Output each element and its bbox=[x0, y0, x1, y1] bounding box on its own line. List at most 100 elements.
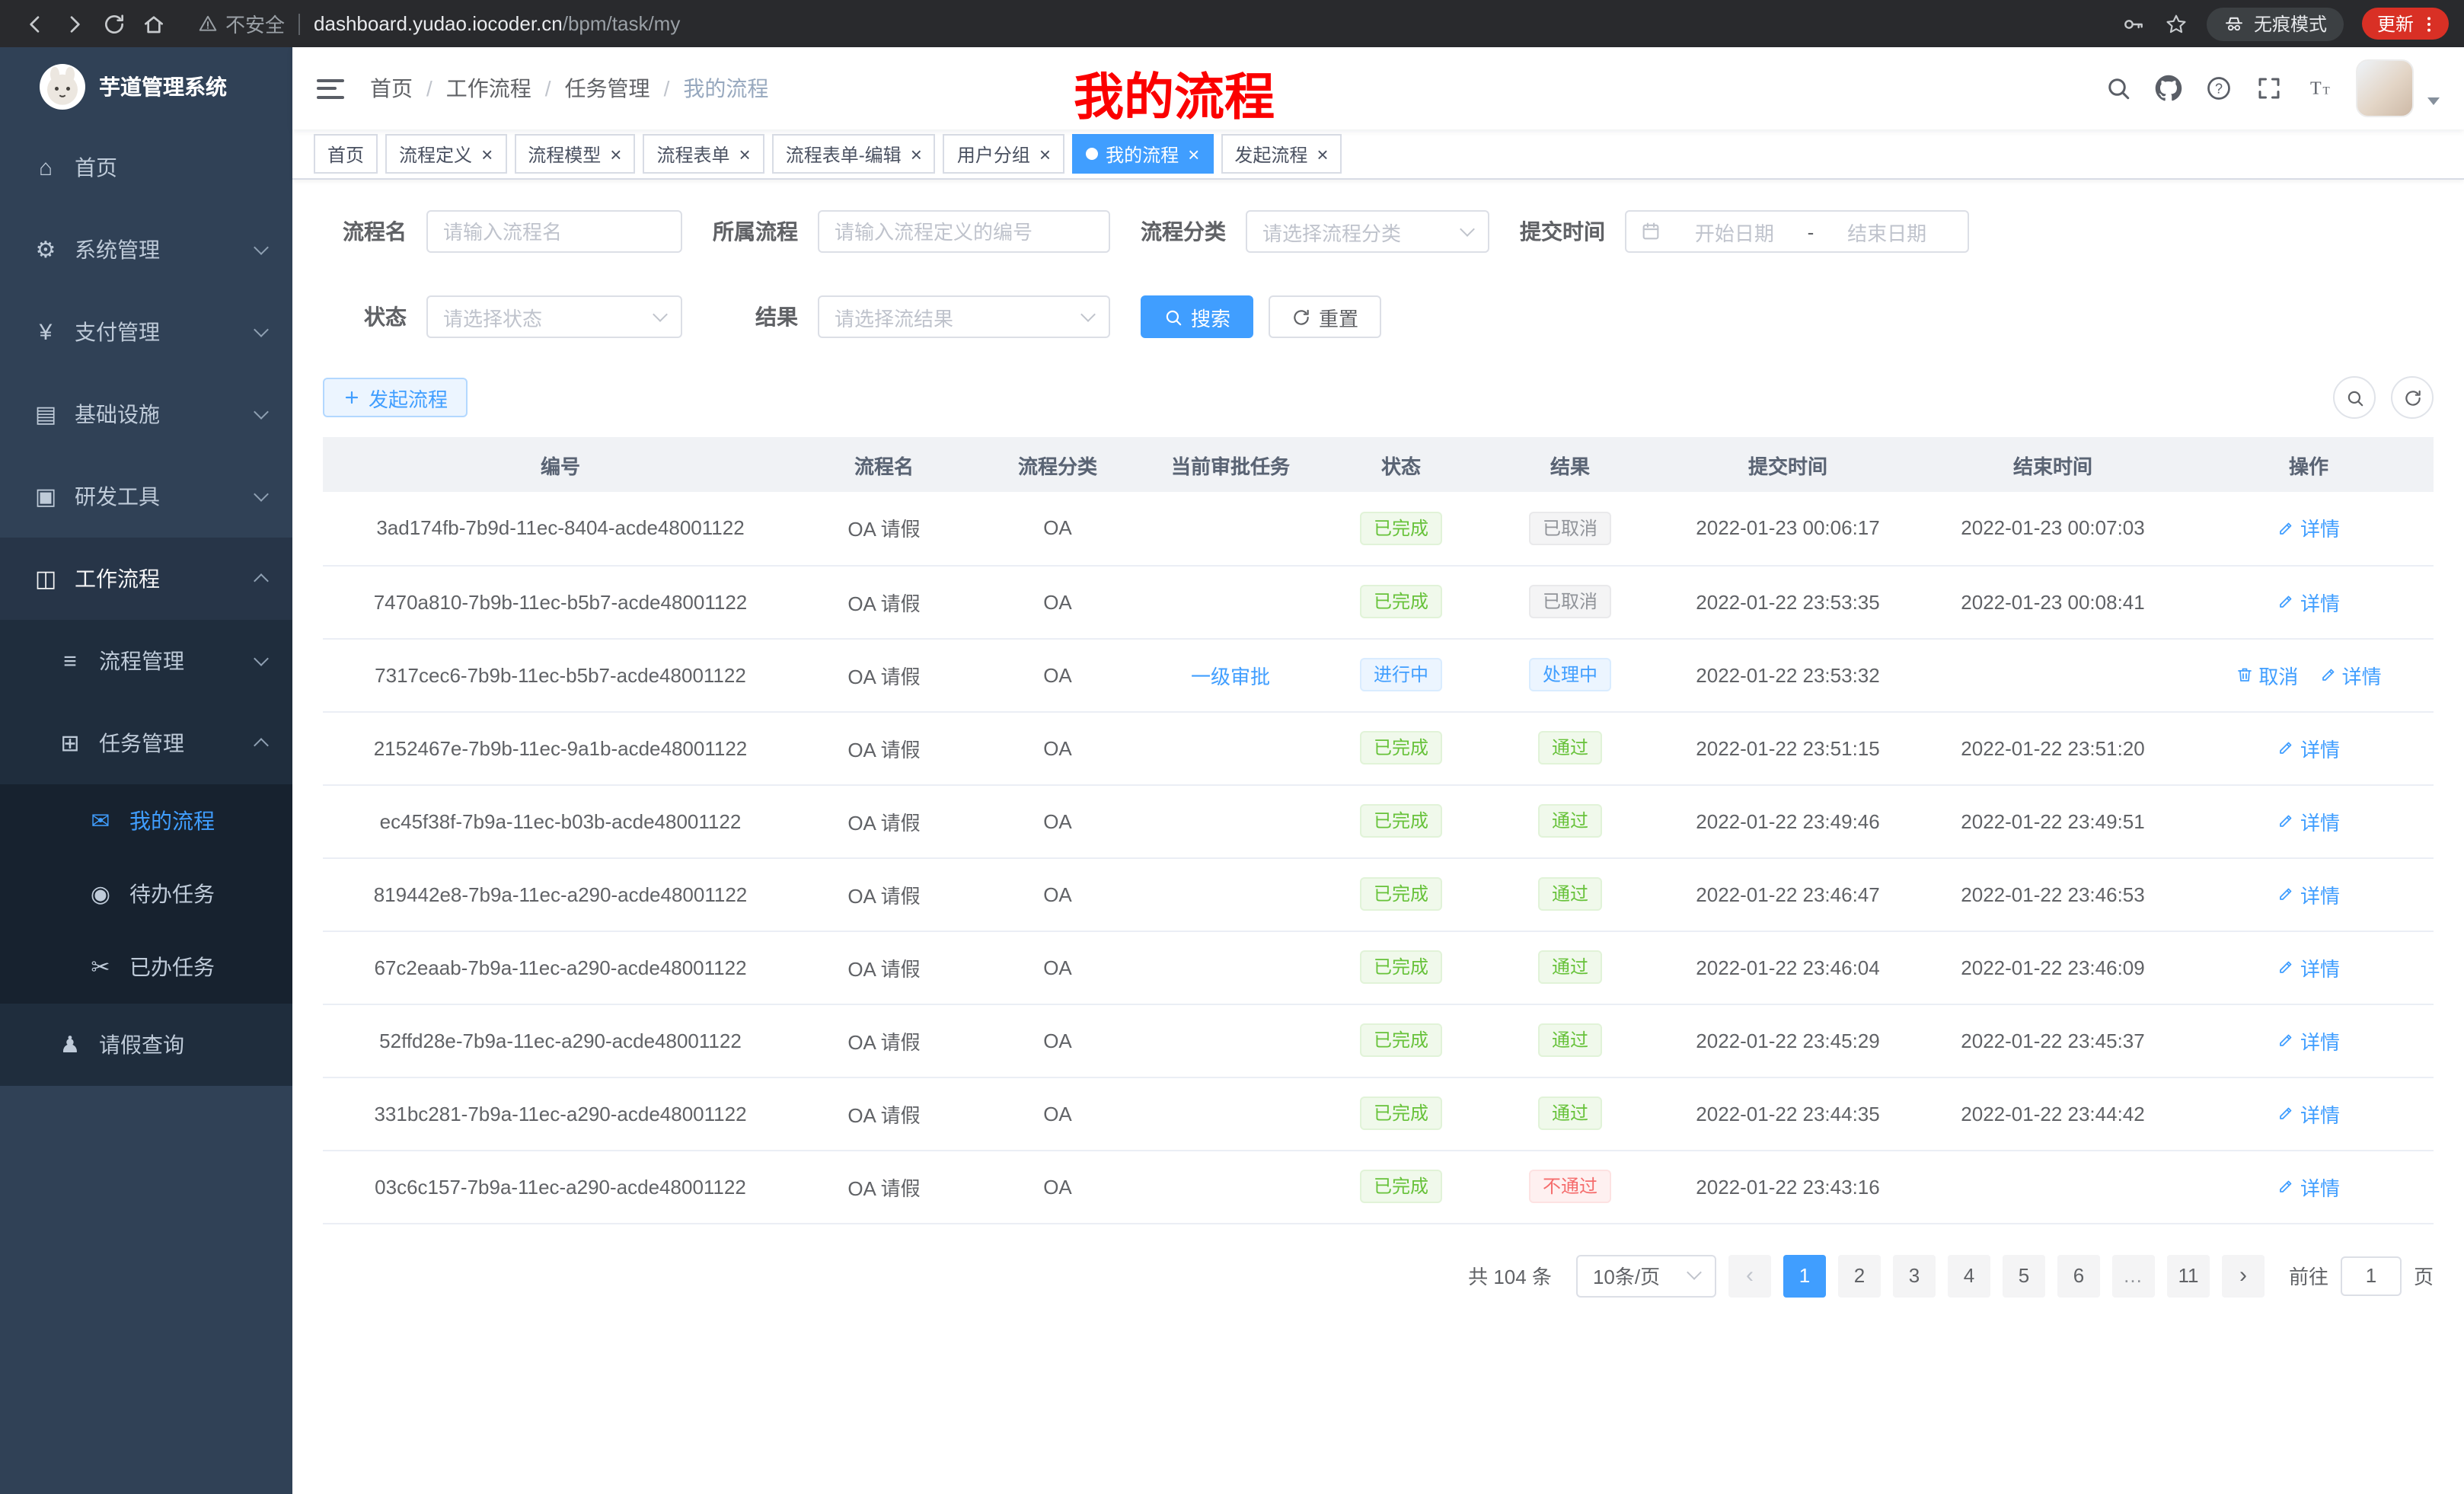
tab-close-icon[interactable]: × bbox=[1039, 144, 1051, 164]
cell-process-name: OA 请假 bbox=[798, 565, 970, 638]
parent-process-input[interactable] bbox=[818, 210, 1110, 253]
cell-status: 已完成 bbox=[1316, 565, 1486, 638]
help-icon[interactable] bbox=[2205, 75, 2233, 102]
sidebar-menu-item[interactable]: ⊞ 任务管理 bbox=[0, 702, 292, 784]
cell-actions: 取消 详情 bbox=[2184, 638, 2434, 711]
edit-icon bbox=[2277, 812, 2296, 830]
tab[interactable]: 用户分组 × bbox=[943, 134, 1064, 174]
font-size-icon[interactable] bbox=[2306, 75, 2333, 102]
star-icon[interactable] bbox=[2164, 11, 2188, 36]
avatar[interactable] bbox=[2356, 59, 2414, 117]
tab-close-icon[interactable]: × bbox=[481, 144, 493, 164]
key-icon[interactable] bbox=[2121, 11, 2146, 36]
detail-link[interactable]: 详情 bbox=[2277, 514, 2340, 543]
fullscreen-icon[interactable] bbox=[2255, 75, 2283, 102]
address-bar[interactable]: 不安全 dashboard.yudao.iocoder.cn/bpm/task/… bbox=[198, 9, 680, 38]
tab[interactable]: 流程模型 × bbox=[514, 134, 635, 174]
github-icon[interactable] bbox=[2155, 75, 2182, 102]
task-link[interactable]: 一级审批 bbox=[1191, 660, 1270, 689]
date-range-picker[interactable]: 开始日期 - 结束日期 bbox=[1625, 210, 1969, 253]
status-select[interactable]: 请选择状态 bbox=[426, 295, 682, 338]
reset-button[interactable]: 重置 bbox=[1269, 295, 1381, 338]
category-select[interactable]: 请选择流程分类 bbox=[1246, 210, 1489, 253]
page-button[interactable]: 2 bbox=[1838, 1254, 1881, 1297]
tab-close-icon[interactable]: × bbox=[610, 144, 621, 164]
search-button[interactable]: 搜索 bbox=[1141, 295, 1253, 338]
caret-down-icon[interactable] bbox=[2427, 97, 2440, 105]
menu-item-label: 系统管理 bbox=[75, 235, 160, 265]
warning-icon bbox=[198, 14, 218, 34]
sidebar-menu-item[interactable]: ¥ 支付管理 bbox=[0, 291, 292, 373]
tab[interactable]: 流程表单 × bbox=[643, 134, 764, 174]
tab-close-icon[interactable]: × bbox=[1317, 144, 1328, 164]
process-name-input[interactable] bbox=[426, 210, 682, 253]
page-button[interactable]: 5 bbox=[2003, 1254, 2045, 1297]
page-button[interactable]: 3 bbox=[1893, 1254, 1936, 1297]
prev-page-button[interactable]: ‹ bbox=[1728, 1254, 1771, 1297]
page-size-select[interactable]: 10条/页 bbox=[1576, 1254, 1716, 1297]
detail-link[interactable]: 详情 bbox=[2277, 806, 2340, 835]
tab[interactable]: 流程定义 × bbox=[385, 134, 506, 174]
tab[interactable]: 发起流程 × bbox=[1221, 134, 1342, 174]
sidebar-toggle-icon[interactable] bbox=[317, 78, 344, 98]
infra-icon: ▤ bbox=[32, 401, 59, 428]
refresh-table-button[interactable] bbox=[2391, 376, 2434, 419]
sidebar-menu-item[interactable]: ◫ 工作流程 bbox=[0, 538, 292, 620]
cancel-link[interactable]: 取消 bbox=[2236, 660, 2298, 689]
sidebar-menu-item[interactable]: ⌂ 首页 bbox=[0, 126, 292, 209]
search-icon[interactable] bbox=[2105, 75, 2132, 102]
sidebar-menu-item[interactable]: ◉ 待办任务 bbox=[0, 857, 292, 931]
cell-status: 已完成 bbox=[1316, 857, 1486, 931]
detail-link[interactable]: 详情 bbox=[2277, 879, 2340, 908]
cell-category: OA bbox=[970, 1077, 1145, 1150]
reload-icon[interactable] bbox=[94, 4, 134, 43]
scissors-icon: ✂ bbox=[87, 953, 114, 981]
detail-link[interactable]: 详情 bbox=[2277, 733, 2340, 762]
page-button[interactable]: … bbox=[2112, 1254, 2155, 1297]
security-warning[interactable]: 不安全 bbox=[198, 9, 285, 38]
tab[interactable]: 首页 bbox=[314, 134, 378, 174]
toggle-search-button[interactable] bbox=[2333, 376, 2376, 419]
app-logo[interactable]: 芋道管理系统 bbox=[0, 47, 292, 126]
sidebar-menu-item[interactable]: ≡ 流程管理 bbox=[0, 620, 292, 702]
sidebar-menu-item[interactable]: ✂ 已办任务 bbox=[0, 931, 292, 1004]
update-menu-button[interactable]: 更新 bbox=[2362, 8, 2449, 40]
breadcrumb-item[interactable]: 首页 bbox=[370, 73, 413, 104]
create-process-button[interactable]: 发起流程 bbox=[323, 378, 468, 417]
goto-page-input[interactable] bbox=[2341, 1256, 2402, 1295]
detail-link[interactable]: 详情 bbox=[2277, 1099, 2340, 1128]
breadcrumb-item[interactable]: 工作流程 bbox=[413, 73, 531, 104]
cell-category: OA bbox=[970, 492, 1145, 565]
forward-icon[interactable] bbox=[55, 4, 94, 43]
result-select[interactable]: 请选择流结果 bbox=[818, 295, 1110, 338]
tab-close-icon[interactable]: × bbox=[1188, 144, 1199, 164]
tab[interactable]: 流程表单-编辑 × bbox=[772, 134, 936, 174]
detail-link[interactable]: 详情 bbox=[2277, 1172, 2340, 1201]
sidebar-menu-item[interactable]: ♟ 请假查询 bbox=[0, 1004, 292, 1086]
home-icon[interactable] bbox=[134, 4, 174, 43]
page-button[interactable]: 6 bbox=[2057, 1254, 2100, 1297]
url-path[interactable]: /bpm/task/my bbox=[563, 12, 681, 35]
url-host[interactable]: dashboard.yudao.iocoder.cn bbox=[314, 12, 563, 35]
page-button[interactable]: 4 bbox=[1948, 1254, 1990, 1297]
sidebar-menu-item[interactable]: ✉ 我的流程 bbox=[0, 784, 292, 857]
detail-link[interactable]: 详情 bbox=[2277, 953, 2340, 982]
detail-link[interactable]: 详情 bbox=[2277, 1026, 2340, 1055]
incognito-badge: 无痕模式 bbox=[2207, 7, 2344, 40]
column-header: 结果 bbox=[1486, 437, 1654, 492]
sidebar-menu-item[interactable]: ⚙ 系统管理 bbox=[0, 209, 292, 291]
detail-link[interactable]: 详情 bbox=[2319, 660, 2382, 689]
next-page-button[interactable]: › bbox=[2222, 1254, 2265, 1297]
breadcrumb-item[interactable]: 我的流程 bbox=[650, 73, 769, 104]
page-button[interactable]: 1 bbox=[1783, 1254, 1826, 1297]
sidebar-menu-item[interactable]: ▤ 基础设施 bbox=[0, 373, 292, 455]
tab-close-icon[interactable]: × bbox=[911, 144, 922, 164]
breadcrumb-item[interactable]: 任务管理 bbox=[531, 73, 650, 104]
sidebar-menu-item[interactable]: ▣ 研发工具 bbox=[0, 455, 292, 538]
pagination: 共 104 条 10条/页 ‹ 123456…11 › 前往 页 bbox=[323, 1254, 2434, 1297]
back-icon[interactable] bbox=[15, 4, 55, 43]
tab[interactable]: 我的流程 × bbox=[1072, 134, 1213, 174]
tab-close-icon[interactable]: × bbox=[739, 144, 751, 164]
page-button[interactable]: 11 bbox=[2167, 1254, 2210, 1297]
detail-link[interactable]: 详情 bbox=[2277, 587, 2340, 616]
